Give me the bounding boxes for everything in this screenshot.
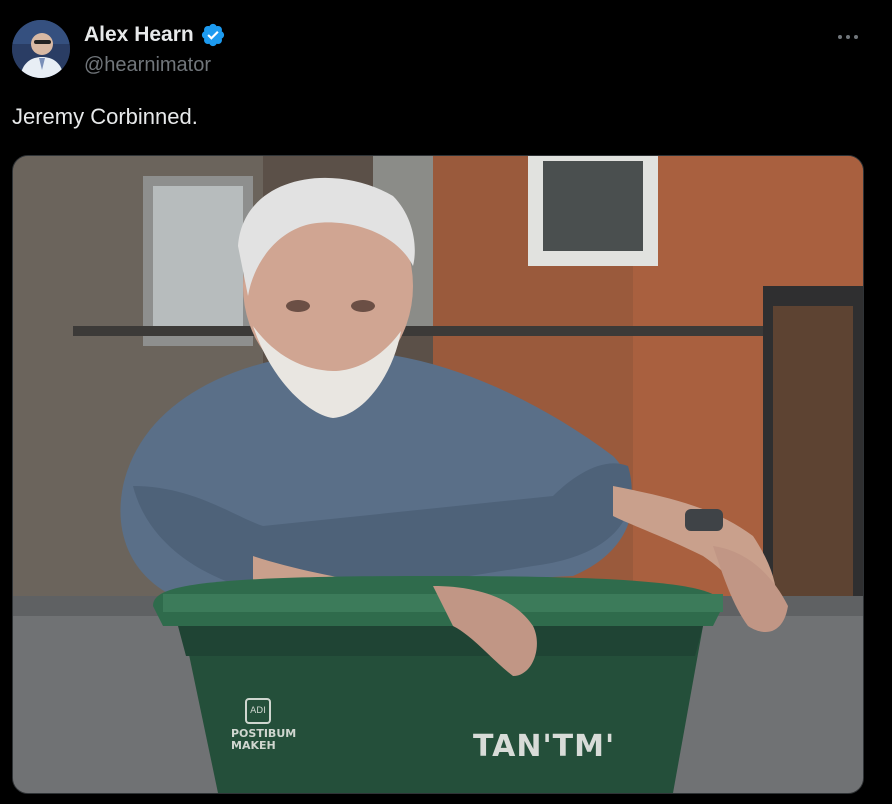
verified-badge-icon	[200, 22, 226, 48]
avatar[interactable]	[12, 20, 70, 78]
author-name-row[interactable]: Alex Hearn	[84, 22, 226, 48]
more-horizontal-icon[interactable]	[836, 26, 860, 42]
tweet-media-image[interactable]: ADI POSTIBUM MAKEH TAN'TM'	[12, 155, 864, 794]
photo	[13, 156, 863, 793]
bin-label: TAN'TM'	[473, 729, 616, 764]
author-name[interactable]: Alex Hearn	[84, 23, 194, 47]
author-handle[interactable]: @hearnimator	[84, 54, 211, 77]
bin-small-label: POSTIBUM MAKEH	[231, 727, 297, 752]
bin-logo: ADI	[245, 698, 271, 724]
tweet-text: Jeremy Corbinned.	[12, 104, 198, 129]
